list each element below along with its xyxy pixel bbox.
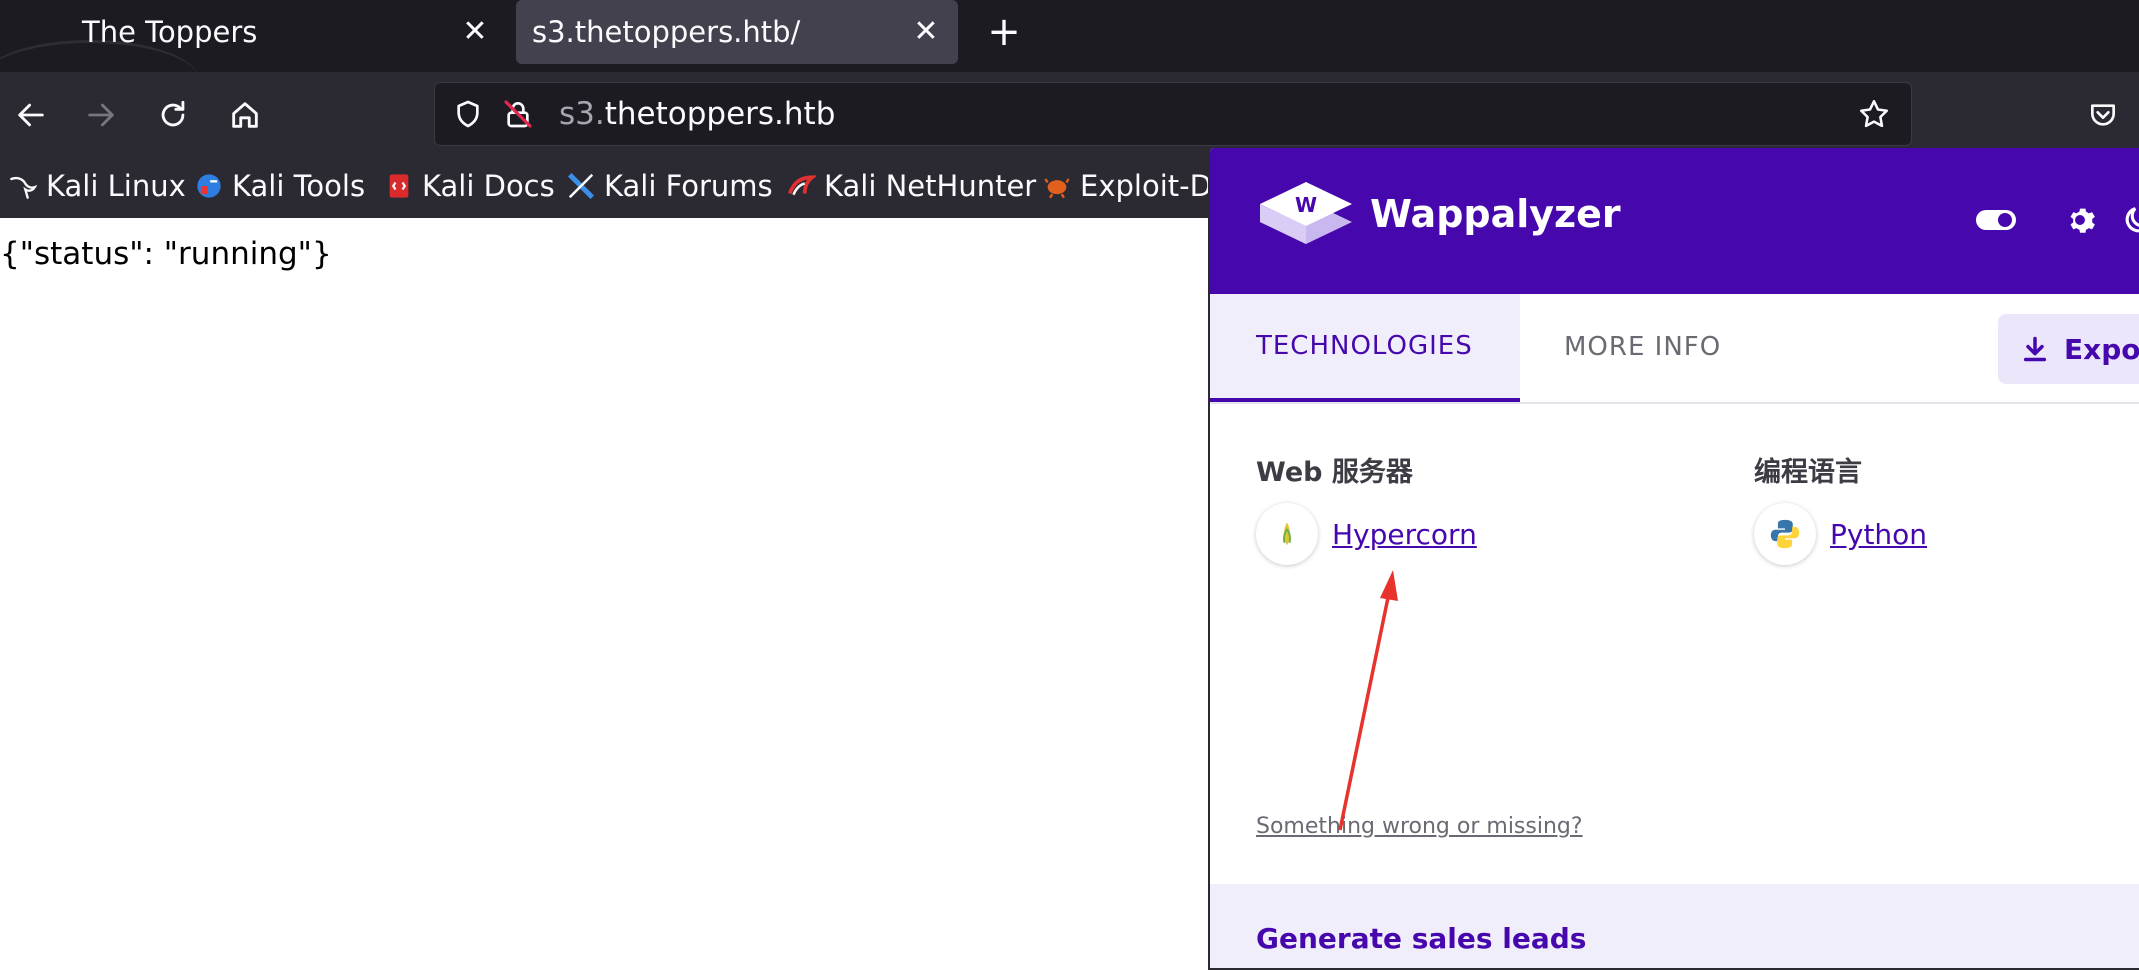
tab-strip: The Toppers ✕ s3.thetoppers.htb/ ✕ + <box>0 0 2139 72</box>
bookmark-kali-tools[interactable]: Kali Tools <box>194 158 365 214</box>
wappalyzer-popup: W Wappalyzer TECHNOLOGIES MORE INFO Expo… <box>1208 146 2139 970</box>
home-icon <box>232 102 258 128</box>
tab-s3-thetoppers[interactable]: s3.thetoppers.htb/ ✕ <box>516 0 958 64</box>
pocket-button[interactable] <box>2078 90 2128 140</box>
export-button[interactable]: Expor <box>1998 314 2139 384</box>
bookmark-label: Kali Docs <box>422 169 555 203</box>
home-button[interactable] <box>220 90 270 140</box>
theme-moon-icon[interactable] <box>2116 198 2139 242</box>
category-programming-language: 编程语言 <box>1754 457 1862 488</box>
tracking-shield-icon[interactable] <box>447 93 489 135</box>
python-icon <box>1754 503 1816 565</box>
wappalyzer-title: Wappalyzer <box>1370 192 1621 236</box>
tab-more-info[interactable]: MORE INFO <box>1564 294 1721 400</box>
forward-button[interactable] <box>76 90 126 140</box>
svg-text:W: W <box>1295 193 1317 217</box>
bookmark-kali-forums[interactable]: Kali Forums <box>566 158 773 214</box>
url-subdomain: s3. <box>559 96 605 132</box>
tab-the-toppers[interactable]: The Toppers ✕ <box>0 0 510 64</box>
pocket-icon <box>2091 104 2115 126</box>
export-label: Expor <box>2064 332 2139 366</box>
category-web-server: Web 服务器 <box>1256 457 1413 488</box>
kali-tools-icon <box>194 171 224 201</box>
bookmark-kali-docs[interactable]: Kali Docs <box>384 158 555 214</box>
tech-link[interactable]: Hypercorn <box>1332 518 1477 551</box>
download-icon <box>2020 334 2050 364</box>
wappalyzer-tabs: TECHNOLOGIES MORE INFO Expor <box>1210 294 2139 404</box>
tab-title: s3.thetoppers.htb/ <box>532 15 801 49</box>
tech-python[interactable]: Python <box>1754 502 1927 566</box>
sales-leads-panel: Generate sales leads <box>1210 884 2139 968</box>
something-wrong-link[interactable]: Something wrong or missing? <box>1256 814 1583 839</box>
kali-dragon-icon <box>8 171 38 201</box>
tab-close-icon[interactable]: ✕ <box>455 11 495 51</box>
nethunter-icon <box>786 171 816 201</box>
bookmark-label: Kali Tools <box>232 169 366 203</box>
star-icon[interactable] <box>1853 93 1895 135</box>
forward-arrow-icon <box>88 103 114 127</box>
tab-title: The Toppers <box>82 15 258 49</box>
url-bar[interactable]: s3. thetoppers.htb <box>434 82 1912 146</box>
url-host: thetoppers.htb <box>604 96 836 132</box>
exploit-db-icon <box>1042 171 1072 201</box>
kali-docs-icon <box>384 171 414 201</box>
bookmark-exploit-db[interactable]: Exploit-D <box>1042 158 1212 214</box>
kali-forums-icon <box>566 171 596 201</box>
bookmark-kali-linux[interactable]: Kali Linux <box>8 158 186 214</box>
bookmark-label: Kali Forums <box>604 169 773 203</box>
json-response-text: {"status": "running"} <box>0 236 332 272</box>
wappalyzer-logo-icon: W <box>1256 178 1356 264</box>
url-text[interactable]: s3. thetoppers.htb <box>559 83 835 145</box>
tech-link[interactable]: Python <box>1830 518 1927 551</box>
back-arrow-icon <box>18 103 44 127</box>
hypercorn-icon <box>1256 503 1318 565</box>
bookmark-kali-nethunter[interactable]: Kali NetHunter <box>786 158 1036 214</box>
tab-close-icon[interactable]: ✕ <box>906 11 946 51</box>
tab-technologies[interactable]: TECHNOLOGIES <box>1210 294 1520 402</box>
new-tab-button[interactable]: + <box>980 8 1028 56</box>
bookmark-label: Exploit-D <box>1080 169 1212 203</box>
wappalyzer-header: W Wappalyzer <box>1210 148 2139 294</box>
insecure-lock-icon[interactable] <box>497 93 539 135</box>
bookmark-label: Kali NetHunter <box>824 169 1037 203</box>
sales-leads-title: Generate sales leads <box>1256 922 1587 955</box>
reload-button[interactable] <box>148 90 198 140</box>
back-button[interactable] <box>6 90 56 140</box>
reload-icon <box>161 100 185 127</box>
tech-hypercorn[interactable]: Hypercorn <box>1256 502 1477 566</box>
toggle-icon[interactable] <box>1974 198 2018 242</box>
bookmark-label: Kali Linux <box>46 169 186 203</box>
settings-gear-icon[interactable] <box>2058 198 2102 242</box>
